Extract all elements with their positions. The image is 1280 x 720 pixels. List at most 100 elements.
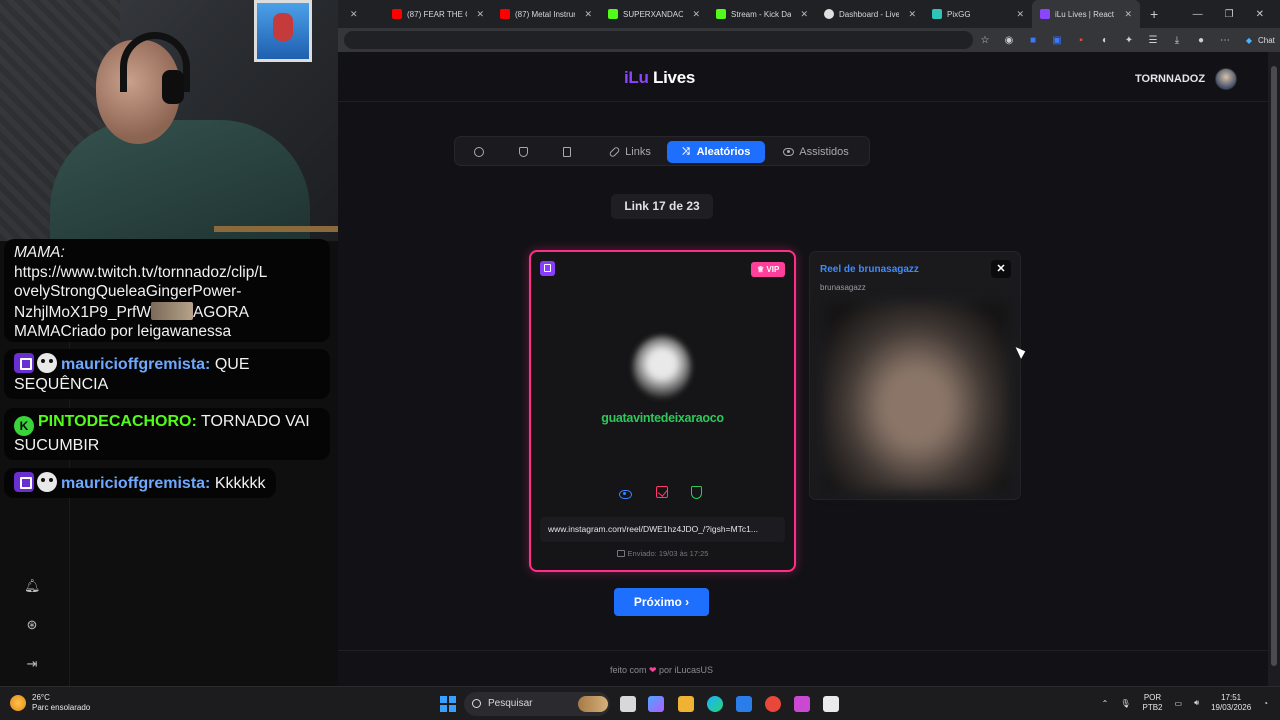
chat-username: mauricioffgremista: [61, 475, 211, 492]
reel-preview-image[interactable] [824, 302, 1008, 492]
logout-icon[interactable]: ⇥ [24, 656, 40, 672]
close-tab-icon[interactable]: ✕ [908, 9, 916, 20]
profile-icon[interactable]: ● [1195, 35, 1207, 46]
browser-tab[interactable]: (87) FEAR THE CLOWN ✕ [384, 0, 492, 28]
clock[interactable]: 17:51 19/03/2026 [1211, 693, 1251, 713]
language-indicator[interactable]: POR PTB2 [1142, 693, 1162, 713]
browser-tab-active[interactable]: iLu Lives | React ✕ [1032, 0, 1140, 28]
browser-tab[interactable]: Dashboard - LivePix ✕ [816, 0, 924, 28]
chat-message: K PINTODECACHORO: TORNADO VAI SUCUMBIR [4, 408, 330, 460]
footer-before: feito com [609, 665, 647, 675]
logo-prefix: iLu [624, 68, 649, 87]
bell-icon[interactable]: 🔔︎ [24, 578, 41, 594]
browser-toolbar: ☆ ◉ ■ ▣ ▪ ◐ ✦ ☰ ⤓ ● ⋯ ◆ Chat [338, 28, 1280, 52]
chat-text: Kkkkkk [214, 475, 266, 492]
mark-watched-button[interactable] [656, 486, 668, 498]
tab-label: Stream - Kick Dashboard [731, 9, 792, 19]
notepad-icon[interactable] [823, 696, 839, 712]
moderate-button[interactable] [691, 486, 702, 499]
extension-icon[interactable]: ■ [1027, 35, 1039, 46]
edge-icon[interactable] [707, 696, 723, 712]
close-preview-button[interactable]: ✕ [991, 260, 1011, 278]
tab-moderation[interactable] [507, 141, 539, 163]
kick-badge-icon: K [14, 416, 34, 436]
webcam-feed [0, 0, 338, 241]
close-tab-icon[interactable]: ✕ [800, 9, 808, 20]
footer-after[interactable]: por iLucasUS [659, 665, 713, 675]
sent-label: Enviado: 19/03 às 17:25 [627, 549, 709, 558]
search-placeholder: Pesquisar [488, 698, 533, 709]
search-highlight-icon[interactable] [578, 696, 608, 712]
download-icon[interactable]: ⤓ [1171, 35, 1183, 46]
photos-icon[interactable] [736, 696, 752, 712]
network-icon[interactable]: ▭ [1175, 699, 1183, 708]
reel-preview-card: Reel de brunasagazz brunasagazz ✕ [809, 251, 1021, 500]
sun-icon [10, 695, 26, 711]
scrollbar-thumb[interactable] [1271, 66, 1277, 666]
chrome-icon[interactable] [765, 696, 781, 712]
copilot-app-icon[interactable] [648, 696, 664, 712]
address-bar[interactable] [344, 31, 973, 49]
tab-label: Links [625, 146, 651, 158]
tab-aleatorios[interactable]: ⤨ Aleatórios [667, 141, 765, 163]
watch-button[interactable] [619, 486, 633, 500]
restore-button[interactable]: ❐ [1225, 9, 1234, 20]
copilot-chat-button[interactable]: ◆ Chat [1243, 36, 1275, 45]
link-url[interactable]: www.instagram.com/reel/DWE1hz4JDO_/?igsh… [540, 517, 785, 542]
reel-user: brunasagazz [820, 283, 866, 292]
sender-avatar [633, 336, 691, 398]
chat-text: https://www.twitch.tv/tornnadoz/clip/L [14, 263, 268, 281]
close-tab-icon[interactable]: ✕ [692, 9, 700, 20]
heart-icon: ❤ [648, 665, 657, 675]
notification-icon[interactable]: ◔ [1263, 699, 1268, 708]
star-icon[interactable]: ☆ [979, 35, 991, 46]
browser-tab[interactable]: Stream - Kick Dashboard ✕ [708, 0, 816, 28]
minimize-button[interactable]: — [1193, 9, 1203, 20]
calendar-icon [616, 550, 625, 557]
close-tab-icon[interactable]: ✕ [1016, 9, 1024, 20]
tab-assistidos[interactable]: Assistidos [773, 141, 859, 163]
weather-widget[interactable]: 26°C Parc ensolarado [10, 693, 90, 713]
chevron-up-icon[interactable]: ⌃ [1102, 699, 1109, 708]
site-logo[interactable]: iLu Lives [624, 68, 695, 88]
user-menu[interactable]: TORNNADOZ [1135, 68, 1238, 90]
task-view-icon[interactable] [620, 696, 636, 712]
close-window-button[interactable]: ✕ [1256, 9, 1264, 20]
extension-icon[interactable]: ▣ [1051, 35, 1063, 46]
tab-label: (87) FEAR THE CLOWN [407, 9, 467, 19]
extension-icon[interactable]: ◐ [1099, 35, 1111, 46]
next-button[interactable]: Próximo › [614, 588, 709, 616]
browser-tab[interactable]: SUPERXANDAO Stream ✕ [600, 0, 708, 28]
page-scrollbar[interactable] [1268, 52, 1280, 686]
mic-icon[interactable]: 🎙︎ [1120, 699, 1130, 708]
file-explorer-icon[interactable] [678, 696, 694, 712]
tab-links[interactable]: Links [595, 141, 665, 163]
lang-top: POR [1143, 693, 1162, 702]
close-tab-icon[interactable]: ✕ [584, 9, 592, 20]
chat-message: mauricioffgremista: QUE SEQUÊNCIA [4, 349, 330, 399]
tab-label: Aleatórios [696, 146, 751, 158]
tab-label: SUPERXANDAO Stream [623, 9, 684, 19]
close-tab-icon[interactable]: ✕ [350, 9, 358, 20]
app-icon[interactable] [794, 696, 810, 712]
help-icon[interactable]: ⊛ [24, 617, 40, 633]
close-tab-icon[interactable]: ✕ [476, 9, 484, 20]
volume-icon[interactable]: 🔊︎ [1194, 698, 1199, 708]
kick-favicon-icon [716, 9, 726, 19]
start-button[interactable] [440, 696, 456, 712]
extension-icon[interactable]: ◉ [1003, 35, 1015, 46]
youtube-favicon-icon [500, 9, 510, 19]
windows-taskbar: 26°C Parc ensolarado Pesquisar ⌃ 🎙︎ POR … [0, 686, 1280, 720]
tab-library[interactable] [551, 141, 583, 163]
browser-tab[interactable]: ✕ [338, 0, 384, 28]
bookmarks-icon[interactable]: ☰ [1147, 35, 1159, 46]
tab-settings[interactable] [463, 141, 495, 163]
browser-tab[interactable]: (87) Metal Instrumental ✕ [492, 0, 600, 28]
reel-title[interactable]: Reel de brunasagazz [820, 264, 919, 275]
close-tab-icon[interactable]: ✕ [1124, 9, 1132, 20]
browser-tab[interactable]: PixGG ✕ [924, 0, 1032, 28]
menu-icon[interactable]: ⋯ [1219, 35, 1231, 46]
puzzle-icon[interactable]: ✦ [1123, 35, 1135, 46]
extension-icon[interactable]: ▪ [1075, 35, 1087, 46]
new-tab-button[interactable]: + [1140, 6, 1168, 22]
